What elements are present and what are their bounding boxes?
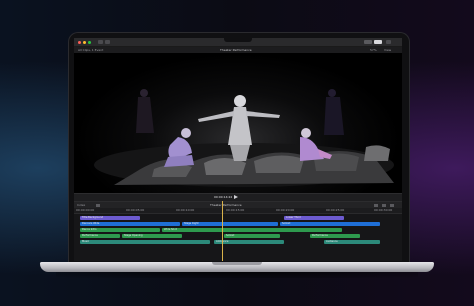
timeline-clip[interactable]: Stage Opening	[122, 234, 182, 238]
clip-appearance-icon[interactable]	[390, 204, 394, 207]
ruler-mark: 00:00:15:00	[226, 208, 245, 212]
timeline-ruler: 00:00:00:00 00:00:05:00 00:00:10:00 00:0…	[74, 208, 402, 214]
timeline-clip[interactable]: Dance Intro	[80, 228, 160, 232]
import-icon[interactable]	[98, 40, 103, 44]
timeline[interactable]: 00:00:00:00 00:00:05:00 00:00:10:00 00:0…	[74, 208, 402, 261]
keyword-icon[interactable]	[105, 40, 110, 44]
timeline-clip[interactable]: Audience	[324, 240, 380, 244]
timeline-clip[interactable]: Lower Third	[284, 216, 344, 220]
base-notch	[212, 262, 262, 265]
video-viewer[interactable]	[74, 53, 402, 193]
project-name: Theater Performance	[210, 203, 242, 207]
timeline-clip[interactable]: Wide Shot	[162, 228, 342, 232]
window-zoom-icon[interactable]	[88, 41, 91, 44]
play-icon[interactable]	[234, 195, 238, 199]
timecode-display: 00:00:14:22	[214, 195, 233, 199]
timeline-clip[interactable]: Music	[80, 240, 210, 244]
timeline-clip[interactable]: Dancers Wide	[80, 222, 180, 226]
viewer-title: Theater Performance	[220, 48, 252, 52]
zoom-level[interactable]: 57%	[370, 48, 377, 52]
camera-notch	[224, 38, 252, 42]
laptop-screen: All Clips, 1 Event Theater Performance 5…	[74, 38, 402, 261]
window-minimize-icon[interactable]	[83, 41, 86, 44]
library-label: All Clips, 1 Event	[78, 48, 104, 52]
view-menu[interactable]: View	[384, 48, 391, 52]
ruler-mark: 00:00:30:00	[374, 208, 393, 212]
timeline-clip[interactable]: Soloist	[280, 222, 380, 226]
ruler-mark: 00:00:00:00	[76, 208, 95, 212]
ruler-mark: 00:00:25:00	[326, 208, 345, 212]
laptop-shadow	[56, 272, 418, 278]
window-close-icon[interactable]	[78, 41, 81, 44]
audio-skim-icon[interactable]	[374, 204, 378, 207]
performance-frame	[94, 89, 394, 187]
timeline-clip[interactable]: Stage Right	[182, 222, 278, 226]
share-icon[interactable]	[386, 40, 391, 44]
timeline-toggle-icon[interactable]	[374, 40, 382, 44]
laptop-base	[40, 262, 434, 272]
timeline-clip[interactable]: Title Background	[80, 216, 140, 220]
blade-tool-icon[interactable]	[96, 204, 100, 207]
index-button[interactable]: Index	[77, 203, 85, 207]
snapping-icon[interactable]	[382, 204, 386, 207]
ruler-mark: 00:00:20:00	[276, 208, 295, 212]
timeline-clip[interactable]: Performance	[310, 234, 360, 238]
ruler-mark: 00:00:10:00	[176, 208, 195, 212]
playhead[interactable]	[222, 201, 223, 261]
timeline-clip[interactable]: Ambience	[214, 240, 284, 244]
timeline-clip[interactable]: Performance	[80, 234, 120, 238]
laptop: All Clips, 1 Event Theater Performance 5…	[36, 29, 438, 279]
library-toggle-icon[interactable]	[364, 40, 372, 44]
ruler-mark: 00:00:05:00	[126, 208, 145, 212]
timeline-clip[interactable]: Soloist	[224, 234, 280, 238]
